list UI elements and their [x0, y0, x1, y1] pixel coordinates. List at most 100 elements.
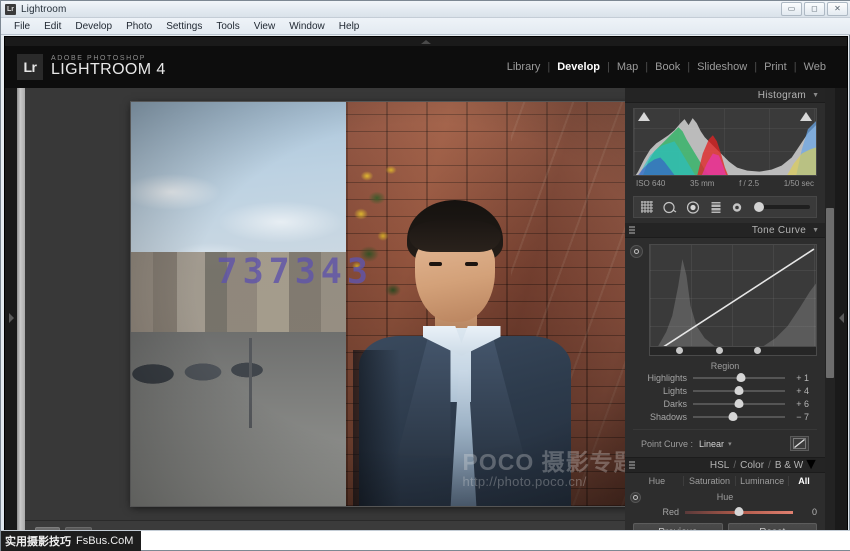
- tone-curve-chart[interactable]: [649, 244, 817, 356]
- slider-row-shadows: Shadows − 7: [633, 411, 817, 423]
- tone-curve-panel-header[interactable]: Tone Curve ▼: [625, 223, 825, 238]
- tone-curve-split-midtones[interactable]: [716, 347, 723, 354]
- module-print[interactable]: Print: [757, 61, 794, 73]
- hue-red-knob[interactable]: [735, 507, 744, 516]
- tone-curve-panel-title: Tone Curve: [752, 225, 806, 236]
- brush-size-slider[interactable]: [754, 205, 810, 209]
- right-panel: Histogram ▼: [625, 88, 825, 548]
- lights-label: Lights: [641, 386, 693, 396]
- menu-view[interactable]: View: [247, 20, 283, 33]
- close-icon: ✕: [834, 5, 841, 13]
- curve-edit-icon: [793, 438, 806, 449]
- panel-switch-icon[interactable]: [629, 226, 635, 234]
- lights-slider[interactable]: [693, 390, 785, 392]
- highlights-value[interactable]: + 1: [785, 373, 809, 383]
- histogram-panel-title: Histogram: [758, 90, 806, 101]
- watermark-poco-url: http://photo.poco.cn/: [463, 475, 638, 489]
- hue-red-label: Red: [633, 507, 685, 517]
- target-dot-icon: [634, 249, 639, 254]
- module-map[interactable]: Map: [610, 61, 645, 73]
- close-button[interactable]: ✕: [827, 2, 848, 16]
- chevron-down-icon[interactable]: ▾: [728, 440, 732, 448]
- minimize-icon: ▭: [788, 5, 796, 13]
- menu-help[interactable]: Help: [332, 20, 367, 33]
- red-eye-tool-icon[interactable]: [686, 201, 700, 214]
- point-curve-value[interactable]: Linear: [699, 439, 724, 449]
- darks-slider[interactable]: [693, 403, 785, 405]
- maximize-button[interactable]: ◻: [804, 2, 825, 16]
- highlights-slider[interactable]: [693, 377, 785, 379]
- hsl-title[interactable]: HSL: [710, 460, 729, 471]
- menu-settings[interactable]: Settings: [159, 20, 209, 33]
- tone-curve-line[interactable]: [650, 245, 816, 356]
- lights-knob[interactable]: [735, 386, 744, 395]
- chevron-down-icon[interactable]: ▼: [812, 92, 819, 99]
- window-controls: ▭ ◻ ✕: [781, 2, 848, 16]
- menu-tools[interactable]: Tools: [209, 20, 246, 33]
- scrollbar-thumb[interactable]: [826, 208, 834, 378]
- hsl-tab-hue[interactable]: Hue: [631, 476, 684, 486]
- top-panel-toggle[interactable]: [5, 37, 847, 46]
- tone-curve-region-bar: [650, 346, 816, 355]
- module-library[interactable]: Library: [500, 61, 548, 73]
- hsl-tab-luminance[interactable]: Luminance: [736, 476, 789, 486]
- minimize-button[interactable]: ▭: [781, 2, 802, 16]
- spot-removal-tool-icon[interactable]: [663, 201, 677, 214]
- module-slideshow[interactable]: Slideshow: [690, 61, 754, 73]
- hsl-panel-header[interactable]: HSL / Color / B & W ▼: [625, 457, 825, 473]
- menu-window[interactable]: Window: [282, 20, 332, 33]
- left-panel-toggle[interactable]: [5, 88, 17, 548]
- targeted-adjustment-tool-icon[interactable]: [630, 245, 643, 258]
- hsl-tab-all[interactable]: All: [789, 476, 819, 486]
- panel-switch-icon[interactable]: [629, 461, 635, 469]
- histogram-chart[interactable]: [633, 108, 817, 176]
- develop-tool-strip: [633, 196, 817, 218]
- hue-red-value[interactable]: 0: [793, 507, 817, 517]
- bw-title[interactable]: B & W: [775, 460, 803, 471]
- hsl-tab-bar: Hue Saturation Luminance All: [625, 473, 825, 488]
- left-panel-scrollbar[interactable]: [17, 88, 25, 548]
- menu-file[interactable]: File: [7, 20, 37, 33]
- chevron-down-icon[interactable]: ▼: [803, 456, 819, 474]
- menu-develop[interactable]: Develop: [68, 20, 119, 33]
- maximize-icon: ◻: [811, 5, 818, 13]
- module-develop[interactable]: Develop: [550, 61, 607, 73]
- tone-curve-body: Region Highlights + 1 Lights + 4: [625, 238, 825, 457]
- darks-value[interactable]: + 6: [785, 399, 809, 409]
- region-label: Region: [633, 361, 817, 371]
- right-panel-toggle[interactable]: [835, 88, 847, 548]
- exif-iso: ISO 640: [636, 179, 665, 188]
- chevron-left-icon: [839, 313, 844, 323]
- curve-edit-button[interactable]: [790, 436, 809, 451]
- menu-edit[interactable]: Edit: [37, 20, 68, 33]
- shadow-clipping-indicator[interactable]: [638, 112, 650, 121]
- module-web[interactable]: Web: [797, 61, 833, 73]
- hue-red-slider[interactable]: [685, 511, 793, 514]
- lights-value[interactable]: + 4: [785, 386, 809, 396]
- shadows-knob[interactable]: [729, 412, 738, 421]
- hsl-targeted-adjustment-icon[interactable]: [630, 492, 641, 503]
- watermark-poco-brand: POCO 摄影专题: [463, 450, 638, 475]
- highlights-label: Highlights: [641, 373, 693, 383]
- chevron-down-icon[interactable]: ▼: [812, 227, 819, 234]
- shadows-slider[interactable]: [693, 416, 785, 418]
- histogram-panel-header[interactable]: Histogram ▼: [625, 88, 825, 103]
- tone-curve-split-highlights[interactable]: [754, 347, 761, 354]
- module-book[interactable]: Book: [648, 61, 687, 73]
- adjustment-brush-tool-icon[interactable]: [732, 202, 743, 213]
- crop-tool-icon[interactable]: [640, 201, 654, 214]
- right-panel-scrollbar[interactable]: [825, 88, 835, 548]
- shadows-value[interactable]: − 7: [785, 412, 809, 422]
- color-title[interactable]: Color: [740, 460, 764, 471]
- slider-row-highlights: Highlights + 1: [633, 372, 817, 384]
- highlight-clipping-indicator[interactable]: [800, 112, 812, 121]
- highlights-knob[interactable]: [736, 373, 745, 382]
- menu-photo[interactable]: Photo: [119, 20, 159, 33]
- slider-row-darks: Darks + 6: [633, 398, 817, 410]
- brush-size-knob[interactable]: [754, 202, 764, 212]
- graduated-filter-tool-icon[interactable]: [709, 201, 723, 214]
- darks-knob[interactable]: [735, 399, 744, 408]
- hsl-tab-saturation[interactable]: Saturation: [684, 476, 737, 486]
- lightroom-logo-icon: Lr: [17, 54, 43, 80]
- tone-curve-split-shadows[interactable]: [676, 347, 683, 354]
